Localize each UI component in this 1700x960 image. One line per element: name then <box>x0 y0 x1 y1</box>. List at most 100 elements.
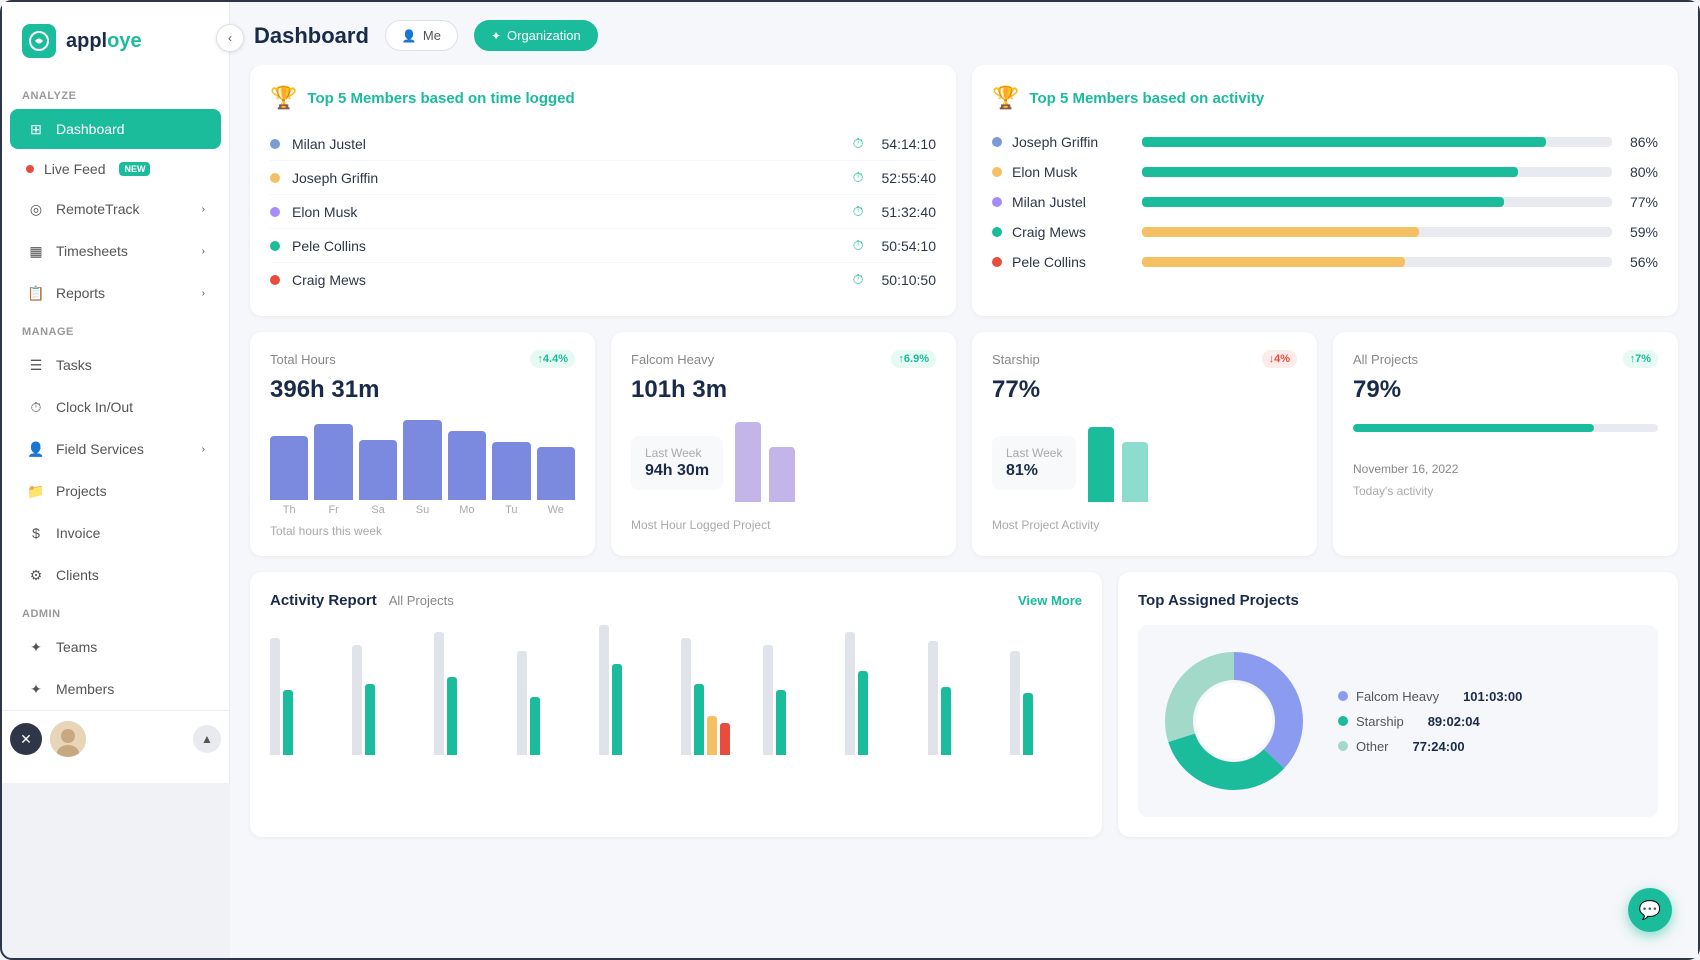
ar-gray-bar <box>763 645 773 756</box>
total-hours-footer: Total hours this week <box>270 524 575 538</box>
sidebar-item-projects[interactable]: 📁 Projects <box>10 471 221 511</box>
sidebar-item-label: Reports <box>56 285 105 301</box>
starship-label: Starship <box>992 352 1040 367</box>
sidebar-item-clockinout[interactable]: ⏱ Clock In/Out <box>10 387 221 427</box>
member-time: 50:10:50 <box>882 272 937 288</box>
sidebar-item-label: RemoteTrack <box>56 201 140 217</box>
ar-teal-bar <box>365 684 375 756</box>
clock-icon: ⏱ <box>853 271 864 288</box>
activity-member-row: Pele Collins 56% <box>992 247 1658 277</box>
ar-bar-group <box>599 625 671 755</box>
member-dot <box>270 207 280 217</box>
member-name: Milan Justel <box>292 136 841 152</box>
ar-yellow-bar <box>707 716 717 755</box>
sidebar-item-reports[interactable]: 📋 Reports › <box>10 273 221 313</box>
ar-viewmore[interactable]: View More <box>1018 593 1082 608</box>
ar-bar-group <box>1010 651 1082 755</box>
all-projects-progress-wrap <box>1353 424 1658 432</box>
member-name: Joseph Griffin <box>292 170 841 186</box>
falcom-badge: ↑6.9% <box>891 350 936 368</box>
ar-gray-bar <box>434 632 444 756</box>
activity-name: Milan Justel <box>1012 194 1132 210</box>
starship-last-week: Last Week 81% <box>992 436 1076 490</box>
stat-header: Falcom Heavy ↑6.9% <box>631 350 936 368</box>
sidebar-item-livefeed[interactable]: Live Feed NEW <box>10 151 221 187</box>
sidebar-item-tasks[interactable]: ☰ Tasks <box>10 345 221 385</box>
ar-title: Activity Report <box>270 592 377 609</box>
sidebar-item-label: Dashboard <box>56 121 125 137</box>
page-title: Dashboard <box>254 23 369 49</box>
projects-icon: 📁 <box>26 481 46 501</box>
new-badge: NEW <box>119 162 150 176</box>
activity-dot <box>992 227 1002 237</box>
legend-dot <box>1338 691 1348 701</box>
bar-label: Mo <box>448 504 486 516</box>
sidebar-item-members[interactable]: ✦ Members <box>10 669 221 709</box>
remotetrack-icon: ◎ <box>26 199 46 219</box>
trophy-icon: 🏆 <box>270 85 297 111</box>
member-name: Pele Collins <box>292 238 841 254</box>
total-hours-value: 396h 31m <box>270 376 575 404</box>
trophy-icon: 🏆 <box>992 85 1019 111</box>
falcom-bar2 <box>769 447 795 502</box>
donut-chart <box>1154 641 1314 801</box>
legend-item: Falcom Heavy 101:03:00 <box>1338 689 1522 704</box>
reports-icon: 📋 <box>26 283 46 303</box>
sidebar-item-remotetrack[interactable]: ◎ RemoteTrack › <box>10 189 221 229</box>
falcom-footer: Most Hour Logged Project <box>631 518 936 532</box>
all-projects-progress-bar <box>1353 424 1658 432</box>
activity-members-list: Joseph Griffin 86% Elon Musk 80% Milan J… <box>992 127 1658 277</box>
sidebar-item-fieldservices[interactable]: 👤 Field Services › <box>10 429 221 469</box>
bar-label: Fr <box>314 504 352 516</box>
close-button[interactable]: ✕ <box>10 723 42 755</box>
bar <box>492 442 530 500</box>
sidebar-item-dashboard[interactable]: ⊞ Dashboard <box>10 109 221 149</box>
ar-bars <box>270 625 1082 755</box>
analyze-section-label: Analyze <box>2 78 229 108</box>
activity-progress-bar <box>1142 257 1612 267</box>
activity-dot <box>992 167 1002 177</box>
bottom-row: Activity Report All Projects View More T… <box>250 572 1678 837</box>
scroll-up-button[interactable]: ▲ <box>193 725 221 753</box>
sidebar-item-label: Projects <box>56 483 107 499</box>
user-icon: 👤 <box>402 29 417 43</box>
falcom-mini-chart <box>735 432 795 502</box>
tab-organization[interactable]: ✦ Organization <box>474 20 598 51</box>
falcom-value: 101h 3m <box>631 376 936 404</box>
legend-name: Falcom Heavy <box>1356 689 1439 704</box>
bar <box>448 431 486 500</box>
sidebar-bottom: ✕ ▲ <box>2 710 229 767</box>
chevron-icon: › <box>202 288 205 299</box>
tab-me[interactable]: 👤 Me <box>385 20 458 51</box>
falcom-last-week: Last Week 94h 30m <box>631 436 723 490</box>
chat-fab[interactable]: 💬 <box>1628 888 1672 932</box>
bar-label: Sa <box>359 504 397 516</box>
ar-bar-group <box>681 638 753 755</box>
starship-value: 77% <box>992 376 1297 404</box>
legend-dot <box>1338 716 1348 726</box>
ar-teal-bar <box>1023 693 1033 755</box>
time-member-row: Elon Musk ⏱ 51:32:40 <box>270 195 936 229</box>
bar-label: Su <box>403 504 441 516</box>
sidebar-toggle[interactable]: ‹ <box>216 24 244 52</box>
starship-lw-value: 81% <box>1006 462 1062 480</box>
activity-name: Elon Musk <box>1012 164 1132 180</box>
activity-progress-bar <box>1142 227 1612 237</box>
sidebar-item-label: Members <box>56 681 114 697</box>
sidebar-item-invoice[interactable]: $ Invoice <box>10 513 221 553</box>
sidebar-item-clients[interactable]: ⚙ Clients <box>10 555 221 595</box>
falcom-lw-label: Last Week <box>645 446 709 460</box>
member-name: Elon Musk <box>292 204 841 220</box>
starship-bar2 <box>1122 442 1148 502</box>
sidebar-item-teams[interactable]: ✦ Teams <box>10 627 221 667</box>
activity-pct: 77% <box>1622 194 1658 210</box>
manage-section-label: Manage <box>2 314 229 344</box>
sidebar-item-timesheets[interactable]: ▦ Timesheets › <box>10 231 221 271</box>
main-content: Dashboard 👤 Me ✦ Organization 🏆 Top 5 Me… <box>230 2 1698 958</box>
starship-lw-label: Last Week <box>1006 446 1062 460</box>
ar-gray-bar <box>517 651 527 755</box>
tab-me-label: Me <box>423 28 441 43</box>
ar-bar-group <box>763 645 835 756</box>
starship-badge: ↓4% <box>1262 350 1297 368</box>
sidebar: apploye Analyze ⊞ Dashboard Live Feed NE… <box>2 2 230 783</box>
